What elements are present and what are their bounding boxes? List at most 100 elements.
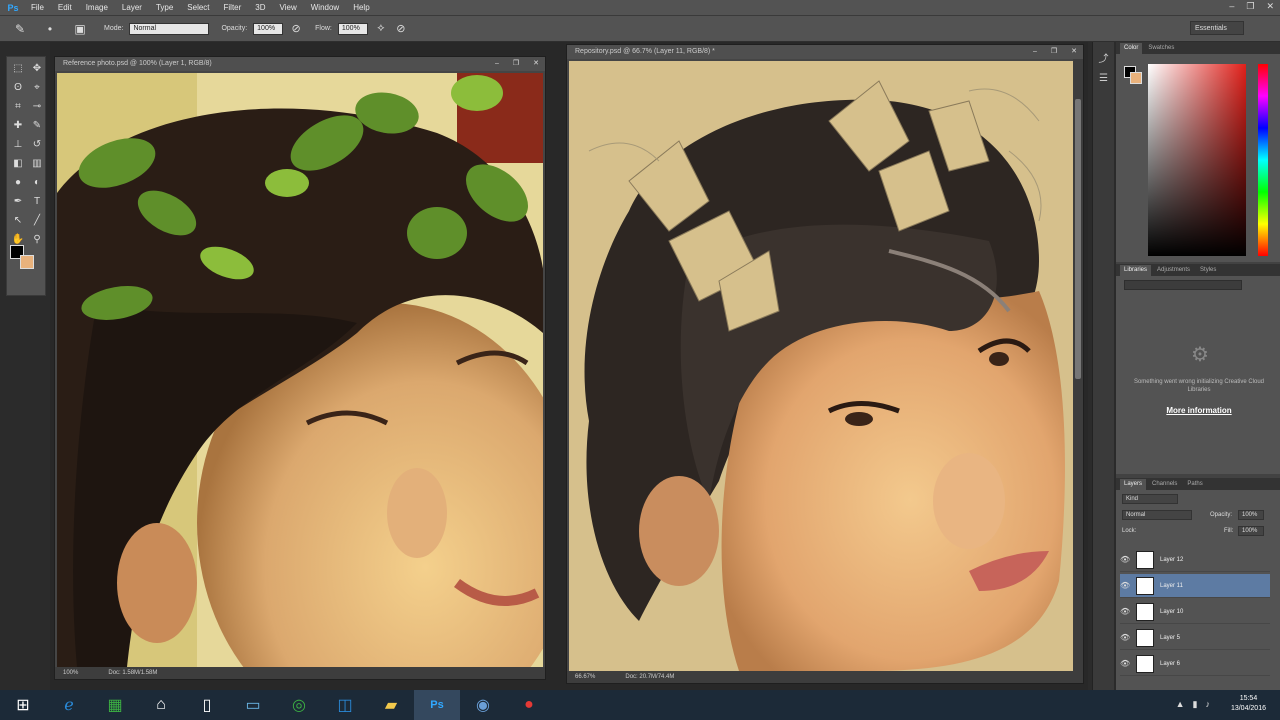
zoom-level[interactable]: 100% xyxy=(63,670,78,676)
type-tool-icon[interactable]: T xyxy=(28,193,46,211)
tab-paths[interactable]: Paths xyxy=(1183,479,1206,490)
network-icon[interactable]: ◉ xyxy=(460,690,506,720)
menu-window[interactable]: Window xyxy=(304,3,346,12)
history-brush-icon[interactable]: ↺ xyxy=(28,136,46,154)
layer-row[interactable]: 👁 Layer 10 xyxy=(1120,600,1270,624)
workspace-select[interactable]: Essentials xyxy=(1190,21,1244,35)
document-title-bar[interactable]: Reference photo.psd @ 100% (Layer 1, RGB… xyxy=(55,57,545,71)
layer-opacity-input[interactable]: 100% xyxy=(1238,510,1264,520)
photoshop-logo[interactable]: Ps xyxy=(2,1,24,15)
brush-tool-icon[interactable]: ✎ xyxy=(28,117,46,135)
document-window-painting[interactable]: Repository.psd @ 66.7% (Layer 11, RGB/8)… xyxy=(566,44,1084,684)
brush-panel-icon[interactable]: ▣ xyxy=(68,20,92,38)
folder-icon[interactable]: ▰ xyxy=(368,690,414,720)
tray-network-icon[interactable]: ▮ xyxy=(1193,699,1198,710)
home-icon[interactable]: ⌂ xyxy=(138,690,184,720)
vertical-scrollbar[interactable] xyxy=(1073,59,1083,671)
blend-mode-select[interactable]: Normal xyxy=(1122,510,1192,520)
tab-color[interactable]: Color xyxy=(1120,43,1143,54)
menu-layer[interactable]: Layer xyxy=(115,3,149,12)
eye-icon[interactable]: 👁 xyxy=(1120,633,1130,642)
windows-start-icon[interactable]: ⊞ xyxy=(0,690,46,720)
path-select-tool-icon[interactable]: ↖ xyxy=(9,212,27,230)
minimize-icon[interactable]: – xyxy=(1229,1,1234,12)
libraries-dropdown[interactable] xyxy=(1124,280,1242,290)
tray-volume-icon[interactable]: ♪ xyxy=(1206,699,1211,710)
history-icon[interactable]: ⤴ xyxy=(1093,50,1114,65)
layer-row[interactable]: 👁 Layer 6 xyxy=(1120,652,1270,676)
menu-3d[interactable]: 3D xyxy=(248,3,272,12)
marquee-tool-icon[interactable]: ⬚ xyxy=(9,60,27,78)
store-icon[interactable]: ▦ xyxy=(92,690,138,720)
zoom-level[interactable]: 66.67% xyxy=(575,674,595,680)
color-panel-background[interactable] xyxy=(1130,72,1142,84)
ie-blue-icon[interactable]: ◫ xyxy=(322,690,368,720)
healing-tool-icon[interactable]: ✚ xyxy=(9,117,27,135)
pressure-opacity-icon[interactable]: ⊘ xyxy=(289,22,303,35)
document-title-bar[interactable]: Repository.psd @ 66.7% (Layer 11, RGB/8)… xyxy=(567,45,1083,59)
eraser-tool-icon[interactable]: ◧ xyxy=(9,155,27,173)
eye-icon[interactable]: 👁 xyxy=(1120,607,1130,616)
properties-icon[interactable]: ☰ xyxy=(1093,73,1114,84)
eye-icon[interactable]: 👁 xyxy=(1120,659,1130,668)
menu-view[interactable]: View xyxy=(273,3,304,12)
move-tool-icon[interactable]: ✥ xyxy=(28,60,46,78)
quick-select-tool-icon[interactable]: ⌖ xyxy=(28,79,46,97)
record-icon[interactable]: ● xyxy=(506,690,552,720)
tab-adjustments[interactable]: Adjustments xyxy=(1153,265,1194,276)
menu-select[interactable]: Select xyxy=(180,3,216,12)
monitor-icon[interactable]: ▭ xyxy=(230,690,276,720)
airbrush-icon[interactable]: ⟡ xyxy=(374,22,388,35)
shape-tool-icon[interactable]: ╱ xyxy=(28,212,46,230)
minimize-icon[interactable]: – xyxy=(495,57,499,71)
layer-row[interactable]: 👁 Layer 5 xyxy=(1120,626,1270,650)
reference-photo-canvas[interactable] xyxy=(57,73,543,667)
media-icon[interactable]: ◎ xyxy=(276,690,322,720)
stamp-tool-icon[interactable]: ⊥ xyxy=(9,136,27,154)
flow-input[interactable]: 100% xyxy=(337,22,368,35)
maximize-icon[interactable]: ❐ xyxy=(513,57,519,71)
eye-icon[interactable]: 👁 xyxy=(1120,581,1130,590)
system-clock[interactable]: 15:54 13/04/2016 xyxy=(1231,694,1266,714)
dodge-tool-icon[interactable]: ◐ xyxy=(28,174,46,192)
fill-input[interactable]: 100% xyxy=(1238,526,1264,536)
internet-explorer-icon[interactable]: ℯ xyxy=(46,690,92,720)
pen-tool-icon[interactable]: ✒ xyxy=(9,193,27,211)
maximize-icon[interactable]: ❐ xyxy=(1246,1,1254,12)
eye-icon[interactable]: 👁 xyxy=(1120,555,1130,564)
mode-select[interactable]: Normal xyxy=(129,22,210,35)
hue-slider[interactable] xyxy=(1258,64,1268,256)
layer-row[interactable]: 👁 Layer 12 xyxy=(1120,548,1270,572)
minimize-icon[interactable]: – xyxy=(1033,45,1037,59)
background-color-swatch[interactable] xyxy=(20,255,34,269)
crop-tool-icon[interactable]: ⌗ xyxy=(9,98,27,116)
vertical-scroll-thumb[interactable] xyxy=(1075,99,1081,379)
close-icon[interactable]: ✕ xyxy=(1071,45,1077,59)
menu-file[interactable]: File xyxy=(24,3,51,12)
zoom-tool-icon[interactable]: ⚲ xyxy=(28,231,46,249)
maximize-icon[interactable]: ❐ xyxy=(1051,45,1057,59)
brush-tool-preset-icon[interactable]: ✎ xyxy=(8,20,32,38)
layer-row-selected[interactable]: 👁 Layer 11 xyxy=(1120,574,1270,598)
blur-tool-icon[interactable]: ● xyxy=(9,174,27,192)
menu-type[interactable]: Type xyxy=(149,3,180,12)
document-window-reference[interactable]: Reference photo.psd @ 100% (Layer 1, RGB… xyxy=(54,56,546,680)
gradient-tool-icon[interactable]: ▥ xyxy=(28,155,46,173)
tray-arrow-icon[interactable]: ▲ xyxy=(1176,699,1185,710)
opacity-input[interactable]: 100% xyxy=(253,22,284,35)
menu-edit[interactable]: Edit xyxy=(51,3,79,12)
color-picker-field[interactable] xyxy=(1148,64,1246,256)
menu-filter[interactable]: Filter xyxy=(217,3,249,12)
lasso-tool-icon[interactable]: ʘ xyxy=(9,79,27,97)
layer-filter-kind[interactable]: Kind xyxy=(1122,494,1178,504)
tab-swatches[interactable]: Swatches xyxy=(1144,43,1178,54)
menu-image[interactable]: Image xyxy=(79,3,115,12)
brush-size-icon[interactable]: • xyxy=(38,20,62,38)
pressure-size-icon[interactable]: ⊘ xyxy=(394,22,408,35)
tab-channels[interactable]: Channels xyxy=(1148,479,1181,490)
photoshop-taskbar-icon[interactable]: Ps xyxy=(414,690,460,720)
tab-layers[interactable]: Layers xyxy=(1120,479,1147,490)
close-icon[interactable]: ✕ xyxy=(1266,1,1274,12)
tab-libraries[interactable]: Libraries xyxy=(1120,265,1152,276)
more-information-link[interactable]: More information xyxy=(1124,406,1274,415)
